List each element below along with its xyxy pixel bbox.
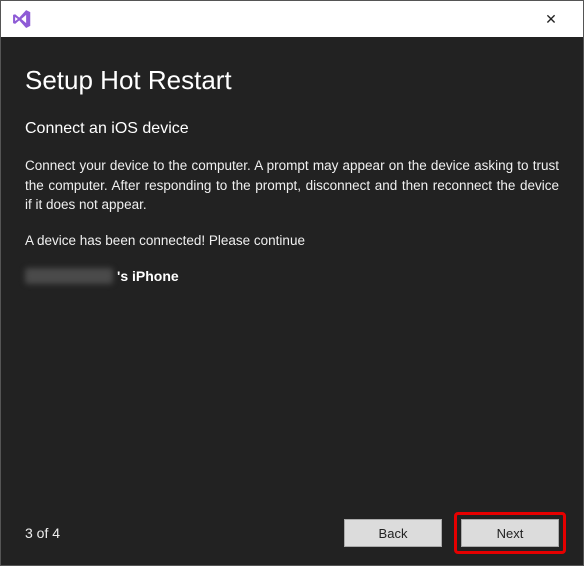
dialog-window: ✕ Setup Hot Restart Connect an iOS devic… xyxy=(0,0,584,566)
connected-device: 's iPhone xyxy=(25,268,559,284)
visual-studio-icon xyxy=(11,8,33,30)
wizard-title: Setup Hot Restart xyxy=(25,65,559,96)
device-owner-name-redacted xyxy=(25,268,113,284)
status-text: A device has been connected! Please cont… xyxy=(25,233,559,248)
wizard-subtitle: Connect an iOS device xyxy=(25,120,559,138)
title-bar: ✕ xyxy=(1,1,583,37)
close-icon: ✕ xyxy=(545,11,557,28)
wizard-content: Setup Hot Restart Connect an iOS device … xyxy=(1,37,583,565)
back-button[interactable]: Back xyxy=(344,519,442,547)
next-button[interactable]: Next xyxy=(461,519,559,547)
device-label-suffix: 's iPhone xyxy=(117,268,179,284)
instruction-text: Connect your device to the computer. A p… xyxy=(25,156,559,215)
page-indicator: 3 of 4 xyxy=(25,525,60,541)
wizard-footer: 3 of 4 Back Next xyxy=(25,507,559,547)
next-button-highlight: Next xyxy=(454,512,566,554)
button-row: Back Next xyxy=(344,519,559,547)
close-button[interactable]: ✕ xyxy=(531,3,571,35)
